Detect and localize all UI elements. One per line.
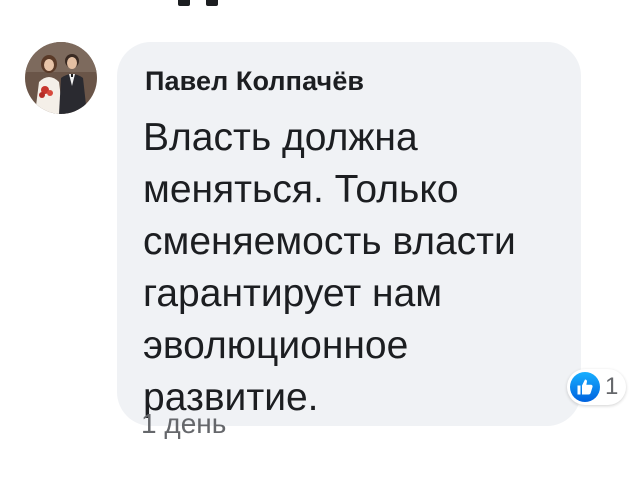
previous-comment-fragment	[178, 0, 228, 6]
avatar-photo	[25, 42, 97, 114]
comment-author-name[interactable]: Павел Колпачёв	[145, 66, 364, 97]
comment-text: Власть должна меняться. Только сменяемос…	[143, 116, 516, 419]
comment-timestamp[interactable]: 1 день	[141, 408, 226, 440]
comment-bubble: Павел Колпачёв Власть должна меняться. Т…	[117, 42, 581, 426]
like-icon	[570, 372, 600, 402]
reaction-count: 1	[605, 373, 619, 400]
reaction-badge[interactable]: 1	[567, 369, 627, 405]
avatar[interactable]	[25, 42, 97, 114]
